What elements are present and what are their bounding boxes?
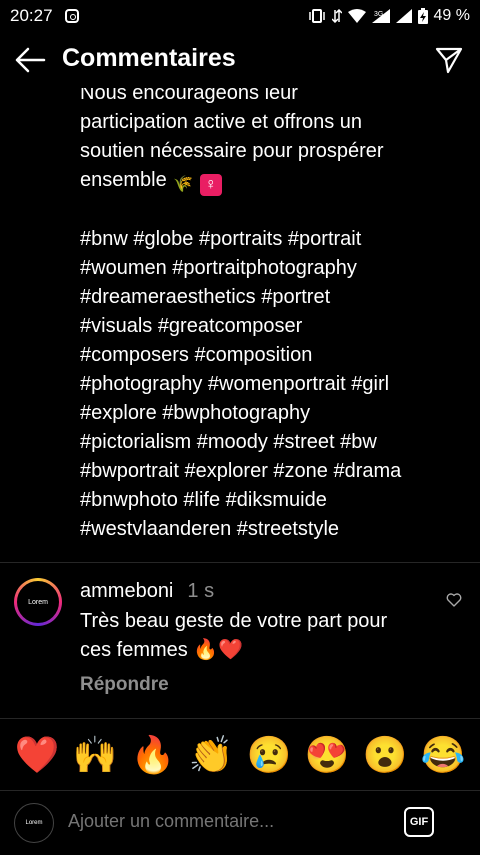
- status-bar: 20:27 3G 49 %: [0, 0, 480, 32]
- female-sign-emoji-icon: ♀: [199, 174, 222, 196]
- wifi-icon: [347, 9, 366, 23]
- caption-hashtags-line[interactable]: #pictorialism #moody #street #bw: [80, 428, 470, 457]
- comment-item: Lorem ammeboni 1 s Très beau geste de vot…: [0, 576, 480, 696]
- caption-line: Nous encourageons leur: [80, 88, 298, 104]
- back-arrow-icon[interactable]: [14, 46, 46, 74]
- caption-hashtags-line[interactable]: #westvlaanderen #streetstyle: [80, 515, 470, 544]
- reaction-clap-button[interactable]: 👏: [188, 732, 234, 778]
- rice-emoji-icon: 🌾: [173, 176, 194, 193]
- status-time: 20:27: [10, 6, 53, 25]
- like-heart-icon[interactable]: [446, 592, 462, 608]
- comment-composer: Lorem GIF: [0, 790, 480, 855]
- caption-hashtags-line[interactable]: #bnwphoto #life #diksmuide: [80, 486, 470, 515]
- reaction-fire-button[interactable]: 🔥: [130, 732, 176, 778]
- reaction-surprised-button[interactable]: 😮: [362, 732, 408, 778]
- vibrate-icon: [308, 9, 325, 23]
- post-caption: Nous encourageons leur participation act…: [80, 88, 470, 544]
- data-transfer-icon: [331, 9, 342, 23]
- caption-hashtags-line[interactable]: #visuals #greatcomposer: [80, 312, 470, 341]
- caption-hashtags-line[interactable]: #bnw #globe #portraits #portrait: [80, 225, 470, 254]
- send-icon[interactable]: [434, 45, 464, 75]
- divider: [0, 562, 480, 563]
- commenter-avatar[interactable]: Lorem: [14, 578, 62, 626]
- reaction-heart-eyes-button[interactable]: 😍: [304, 732, 350, 778]
- reply-button[interactable]: Répondre: [80, 674, 169, 696]
- reaction-crying-button[interactable]: 😢: [246, 732, 292, 778]
- svg-text:3G: 3G: [374, 11, 383, 18]
- caption-line: participation active et offrons un: [80, 111, 363, 133]
- battery-charging-icon: [417, 8, 428, 24]
- caption-hashtags-line[interactable]: #photography #womenportrait #girl: [80, 370, 470, 399]
- comment-username[interactable]: ammeboni: [80, 580, 173, 602]
- comment-line: ces femmes 🔥❤️: [80, 639, 244, 661]
- caption-line: ensemble 🌾 ♀: [80, 166, 470, 196]
- caption-hashtags-line[interactable]: #explore #bwphotography: [80, 399, 470, 428]
- signal-3g-icon: 3G: [371, 9, 390, 23]
- caption-hashtags-line[interactable]: #bwportrait #explorer #zone #drama: [80, 457, 470, 486]
- signal-icon: [395, 9, 412, 23]
- comment-text: Très beau geste de votre part pour ces f…: [80, 607, 430, 665]
- avatar-logo-text: Lorem: [17, 581, 59, 623]
- comment-line: Très beau geste de votre part pour: [80, 610, 388, 632]
- caption-spacer: [80, 196, 470, 225]
- comment-input[interactable]: [68, 811, 378, 832]
- header: Commentaires: [0, 32, 480, 88]
- reaction-raised-hands-button[interactable]: 🙌: [72, 732, 118, 778]
- reaction-laughing-button[interactable]: 😂: [420, 732, 466, 778]
- comment-timestamp: 1 s: [187, 580, 215, 602]
- caption-hashtags-line[interactable]: #composers #composition: [80, 341, 470, 370]
- quick-reactions-bar: ❤️ 🙌 🔥 👏 😢 😍 😮 😂: [0, 718, 480, 790]
- caption-line: soutien nécessaire pour prospérer: [80, 140, 384, 162]
- comment-header: ammeboni 1 s: [80, 580, 214, 603]
- caption-hashtags-line[interactable]: #woumen #portraitphotography: [80, 254, 470, 283]
- battery-percentage: 49 %: [433, 7, 470, 24]
- page-title: Commentaires: [62, 44, 236, 72]
- reaction-heart-button[interactable]: ❤️: [14, 732, 60, 778]
- comments-list[interactable]: Nous encourageons leur participation act…: [0, 88, 480, 718]
- caption-hashtags-line[interactable]: #dreameraesthetics #portret: [80, 283, 470, 312]
- user-avatar: Lorem: [14, 803, 54, 843]
- gif-button[interactable]: GIF: [404, 807, 434, 837]
- instagram-notification-icon: [64, 9, 79, 23]
